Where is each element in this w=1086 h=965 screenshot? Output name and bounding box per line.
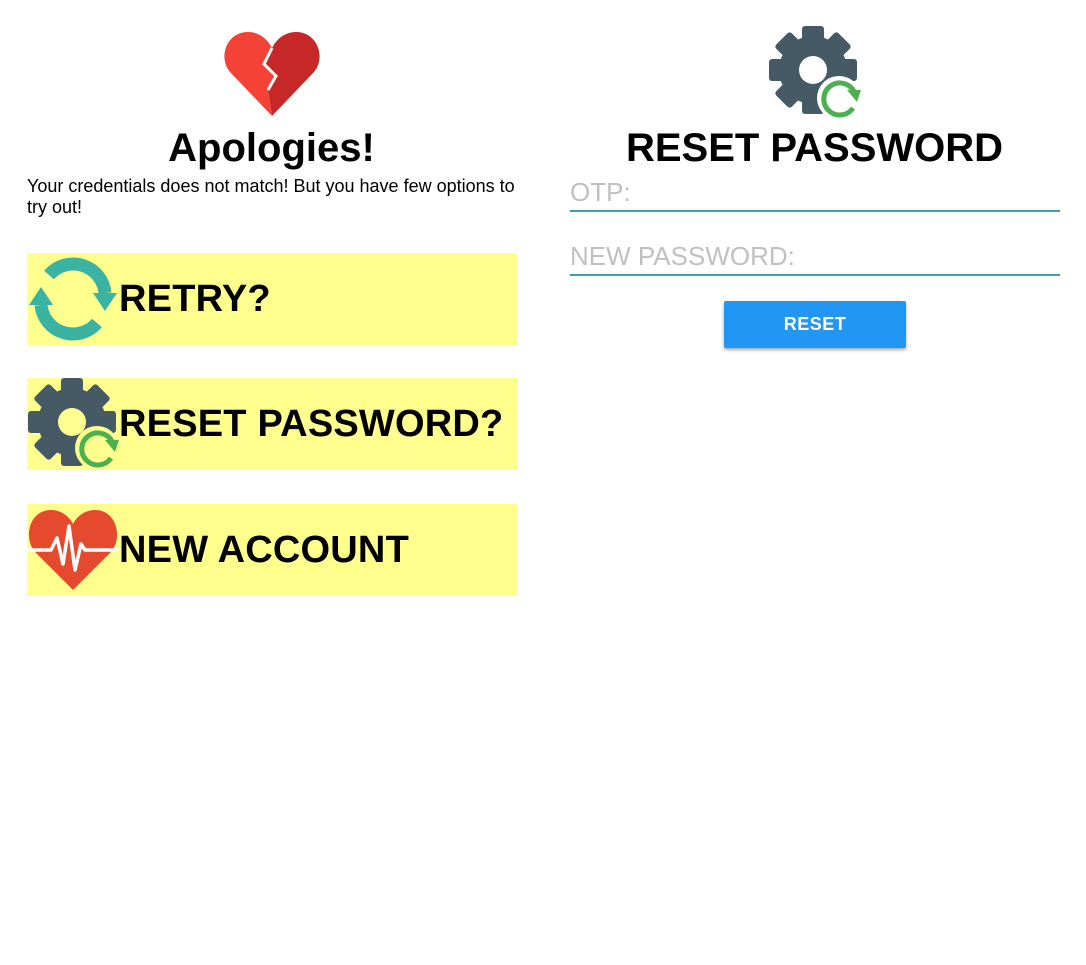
reset-password-option[interactable]: RESET PASSWORD? — [27, 378, 517, 470]
gear-refresh-icon — [769, 26, 861, 120]
error-message: Your credentials does not match! But you… — [27, 176, 515, 217]
new-password-input[interactable] — [570, 240, 1060, 276]
otp-field — [570, 176, 1060, 212]
retry-option[interactable]: RETRY? — [27, 253, 517, 345]
refresh-arrows-icon — [29, 257, 117, 341]
broken-heart-icon — [224, 32, 320, 116]
otp-input[interactable] — [570, 176, 1060, 212]
page-title: Apologies! — [168, 126, 375, 170]
reset-button[interactable]: RESET — [724, 301, 906, 348]
reset-password-label: RESET PASSWORD? — [119, 403, 504, 445]
new-password-field — [570, 240, 1060, 276]
reset-password-panel: RESET PASSWORD RESET — [543, 0, 1086, 965]
apologies-panel: Apologies! Your credentials does not mat… — [0, 0, 543, 965]
heart-pulse-icon — [27, 510, 119, 590]
gear-refresh-icon — [28, 378, 119, 470]
page-title: RESET PASSWORD — [625, 126, 1004, 170]
new-account-label: NEW ACCOUNT — [119, 529, 409, 571]
new-account-option[interactable]: NEW ACCOUNT — [27, 504, 517, 596]
retry-label: RETRY? — [119, 278, 271, 320]
